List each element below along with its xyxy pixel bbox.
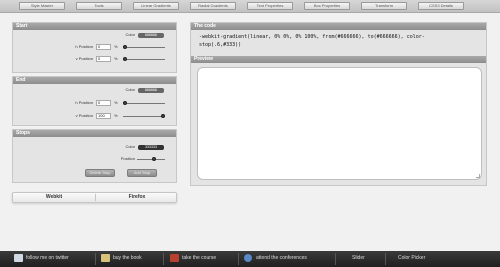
tab-css3-details[interactable]: CSS3 Details [418,2,464,10]
start-hpos-input[interactable]: 0 [96,44,111,50]
stop-color-label: Color [125,144,135,149]
start-vpos-label: v Position [75,56,93,61]
footer-divider [335,253,336,265]
slider-knob[interactable] [123,57,127,61]
footer-divider [163,253,164,265]
code-line-1: -webkit-gradient(linear, 0% 0%, 0% 100%,… [199,34,425,40]
footer-book-link[interactable]: buy the book [113,254,142,263]
stops-panel: Stops Color 333333 Position Delete Stop … [12,129,177,183]
tab-tools[interactable]: Tools [76,2,122,10]
end-vpos-slider[interactable] [123,114,165,118]
book-icon [101,254,110,262]
top-nav: Style Master Tools Linear Gradients Radi… [0,0,500,13]
start-color-label: Color [125,32,135,37]
end-hpos-label: h Position [75,100,93,105]
tab-radial-gradients[interactable]: Radial Gradients [190,2,236,10]
tab-style-master[interactable]: Style Master [19,2,65,10]
tab-transform[interactable]: Transform [361,2,407,10]
footer-divider [385,253,386,265]
end-panel: End Color 666666 h Position 0 % v Positi… [12,76,177,126]
delete-stop-button[interactable]: Delete Stop [85,169,115,177]
start-title: Start [13,23,176,30]
footer-twitter-link[interactable]: follow me on twitter [26,254,69,263]
start-hpos-pct: % [114,44,118,49]
start-vpos-slider[interactable] [123,57,165,61]
footer-course-link[interactable]: take the course [182,254,216,263]
end-vpos-pct: % [114,113,118,118]
resize-grip-icon[interactable] [476,174,480,178]
course-icon [170,254,179,262]
tab-box-properties[interactable]: Box Properties [304,2,350,10]
footer-bar: follow me on twitter buy the book take t… [0,251,500,267]
end-vpos-label: v Position [75,113,93,118]
preview-box [197,67,482,180]
end-vpos-input[interactable]: 100 [96,113,111,119]
end-hpos-slider[interactable] [123,101,165,105]
footer-divider [238,253,239,265]
end-hpos-input[interactable]: 0 [96,100,111,106]
footer-slider-link[interactable]: Slider [352,254,365,263]
slider-knob[interactable] [152,157,156,161]
start-vpos-input[interactable]: 0 [96,56,111,62]
footer-color-picker-link[interactable]: Color Picker [398,254,425,263]
code-preview-panel: The code -webkit-gradient(linear, 0% 0%,… [190,22,487,186]
preview-title: Preview [191,56,486,63]
tab-linear-gradients[interactable]: Linear Gradients [133,2,179,10]
end-hpos-pct: % [114,100,118,105]
slider-knob[interactable] [161,114,165,118]
footer-conferences-link[interactable]: attend the conferences [256,254,307,263]
start-hpos-slider[interactable] [123,45,165,49]
add-stop-button[interactable]: Add Stop [127,169,157,177]
start-hpos-label: h Position [75,44,93,49]
tab-firefox[interactable]: Firefox [96,193,178,202]
stops-title: Stops [13,130,176,137]
end-title: End [13,77,176,84]
end-color-label: Color [125,87,135,92]
start-panel: Start Color 666666 h Position 0 % v Posi… [12,22,177,73]
tab-text-properties[interactable]: Text Properties [247,2,293,10]
start-vpos-pct: % [114,56,118,61]
end-color-swatch[interactable]: 666666 [138,88,164,93]
globe-icon [244,254,252,262]
code-line-2: stop(.6,#333)) [199,42,242,48]
browser-tabs: Webkit Firefox [12,192,177,203]
slider-knob[interactable] [123,45,127,49]
stop-position-slider[interactable] [137,157,165,161]
start-color-swatch[interactable]: 666666 [138,33,164,38]
slider-knob[interactable] [123,101,127,105]
code-title: The code [191,23,486,30]
stop-color-swatch[interactable]: 333333 [138,145,164,150]
twitter-icon [14,254,23,262]
footer-divider [95,253,96,265]
stop-position-label: Position [120,156,135,161]
tab-webkit[interactable]: Webkit [13,193,95,202]
code-output[interactable]: -webkit-gradient(linear, 0% 0%, 0% 100%,… [195,31,483,53]
